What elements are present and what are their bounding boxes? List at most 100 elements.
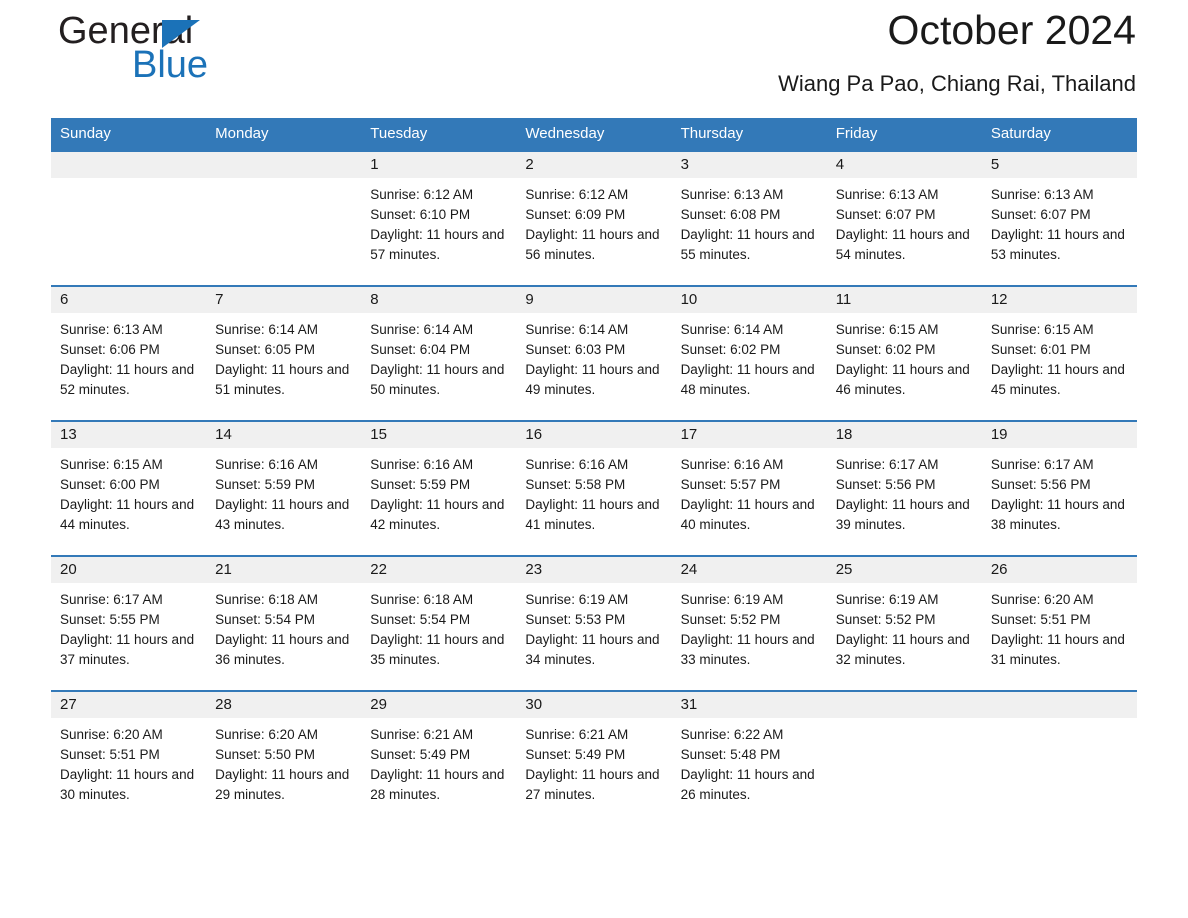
calendar-day-cell[interactable]: 1 Sunrise: 6:12 AM Sunset: 6:10 PM Daylight… — [361, 150, 517, 286]
daylight-text: Daylight: 11 hours and 50 minutes. — [370, 362, 505, 397]
calendar-day-cell[interactable]: 21 Sunrise: 6:18 AM Sunset: 5:54 PM Dayligh… — [206, 555, 362, 691]
day-number: 28 — [215, 696, 232, 713]
day-number: 4 — [835, 156, 845, 173]
day-number-band: 3 — [671, 152, 827, 178]
day-number: 25 — [835, 561, 853, 578]
calendar-day-cell[interactable]: 8 Sunrise: 6:14 AM Sunset: 6:04 PM Daylight… — [361, 285, 517, 421]
calendar-day-cell[interactable]: 23 Sunrise: 6:19 AM Sunset: 5:53 PM Dayligh… — [516, 555, 672, 691]
day-number-band: 12 — [981, 287, 1137, 313]
calendar-day-cell[interactable]: 5 Sunrise: 6:13 AM Sunset: 6:07 PM Daylight… — [981, 150, 1137, 286]
day-number-band: 29 — [361, 692, 517, 718]
calendar-day-cell[interactable]: 3 Sunrise: 6:13 AM Sunset: 6:08 PM Daylight… — [671, 150, 827, 286]
daylight-text: Daylight: 11 hours and 45 minutes. — [990, 362, 1125, 397]
weekday-header-wednesday: Wednesday — [516, 118, 672, 151]
daylight-text: Daylight: 11 hours and 55 minutes. — [680, 227, 815, 262]
page-title: October 2024 — [887, 7, 1136, 53]
calendar-day-cell[interactable]: 26 Sunrise: 6:20 AM Sunset: 5:51 PM Dayligh… — [981, 555, 1137, 691]
day-sun-info: Sunrise: 6:18 AM Sunset: 5:54 PM Daylight:… — [361, 583, 516, 670]
sunset-text: Sunset: 5:53 PM — [525, 612, 626, 627]
day-sun-info: Sunrise: 6:20 AM Sunset: 5:51 PM Daylight:… — [982, 583, 1137, 670]
calendar-day-cell[interactable]: 18 Sunrise: 6:17 AM Sunset: 5:56 PM Dayligh… — [826, 420, 982, 556]
calendar-week-row: 6 Sunrise: 6:13 AM Sunset: 6:06 PM Daylight… — [51, 285, 1137, 421]
day-sun-info: Sunrise: 6:13 AM Sunset: 6:07 PM Daylight:… — [982, 178, 1137, 265]
day-number-band: 17 — [671, 422, 827, 448]
daylight-text: Daylight: 11 hours and 34 minutes. — [525, 632, 660, 667]
calendar-day-cell[interactable]: 7 Sunrise: 6:14 AM Sunset: 6:05 PM Daylight… — [206, 285, 362, 421]
sunset-text: Sunset: 5:51 PM — [990, 612, 1091, 627]
day-number-band: 5 — [981, 152, 1137, 178]
general-blue-logo: General Blue — [58, 12, 318, 94]
sunrise-text: Sunrise: 6:14 AM — [680, 322, 784, 337]
day-sun-info: Sunrise: 6:13 AM Sunset: 6:07 PM Daylight:… — [827, 178, 982, 265]
sunrise-text: Sunrise: 6:14 AM — [215, 322, 318, 337]
sunset-text: Sunset: 5:49 PM — [525, 747, 626, 762]
daylight-text: Daylight: 11 hours and 28 minutes. — [370, 767, 505, 802]
day-number-band: 1 — [361, 152, 517, 178]
calendar-day-cell[interactable]: 12 Sunrise: 6:15 AM Sunset: 6:01 PM Dayligh… — [981, 285, 1137, 421]
day-number-band: 18 — [826, 422, 982, 448]
calendar-day-cell[interactable]: 16 Sunrise: 6:16 AM Sunset: 5:58 PM Dayligh… — [516, 420, 672, 556]
day-number-band: 7 — [206, 287, 362, 313]
day-number: 18 — [835, 426, 853, 443]
calendar-day-cell[interactable]: 15 Sunrise: 6:16 AM Sunset: 5:59 PM Dayligh… — [361, 420, 517, 556]
calendar-day-cell[interactable]: 24 Sunrise: 6:19 AM Sunset: 5:52 PM Dayligh… — [671, 555, 827, 691]
calendar-day-cell[interactable]: 6 Sunrise: 6:13 AM Sunset: 6:06 PM Daylight… — [51, 285, 207, 421]
day-number: 23 — [525, 561, 543, 578]
calendar-day-cell[interactable]: 9 Sunrise: 6:14 AM Sunset: 6:03 PM Daylight… — [516, 285, 672, 421]
sunset-text: Sunset: 6:05 PM — [215, 342, 315, 357]
calendar-day-cell[interactable]: 20 Sunrise: 6:17 AM Sunset: 5:55 PM Dayligh… — [51, 555, 207, 691]
sunset-text: Sunset: 5:59 PM — [370, 477, 471, 492]
day-number: 19 — [990, 426, 1008, 443]
calendar-day-cell[interactable]: 2 Sunrise: 6:12 AM Sunset: 6:09 PM Daylight… — [516, 150, 672, 286]
daylight-text: Daylight: 11 hours and 52 minutes. — [60, 362, 195, 397]
sunset-text: Sunset: 6:02 PM — [680, 342, 781, 357]
sunset-text: Sunset: 6:01 PM — [990, 342, 1091, 357]
day-number: 20 — [60, 561, 77, 578]
daylight-text: Daylight: 11 hours and 26 minutes. — [680, 767, 815, 802]
calendar-day-cell[interactable]: 30 Sunrise: 6:21 AM Sunset: 5:49 PM Dayligh… — [516, 690, 672, 826]
day-sun-info: Sunrise: 6:15 AM Sunset: 6:00 PM Daylight:… — [51, 448, 206, 535]
sunset-text: Sunset: 6:10 PM — [370, 207, 471, 222]
calendar-day-cell[interactable]: 19 Sunrise: 6:17 AM Sunset: 5:56 PM Dayligh… — [981, 420, 1137, 556]
day-number: 17 — [680, 426, 698, 443]
calendar-day-cell[interactable]: 11 Sunrise: 6:15 AM Sunset: 6:02 PM Dayligh… — [826, 285, 982, 421]
calendar-day-cell[interactable]: 17 Sunrise: 6:16 AM Sunset: 5:57 PM Dayligh… — [671, 420, 827, 556]
weekday-header-thursday: Thursday — [671, 118, 827, 151]
day-number-band: 23 — [516, 557, 672, 583]
daylight-text: Daylight: 11 hours and 29 minutes. — [215, 767, 350, 802]
calendar-day-cell[interactable]: 22 Sunrise: 6:18 AM Sunset: 5:54 PM Dayligh… — [361, 555, 517, 691]
day-number-band: 2 — [516, 152, 672, 178]
sunrise-text: Sunrise: 6:19 AM — [835, 592, 939, 607]
calendar-day-cell[interactable]: 10 Sunrise: 6:14 AM Sunset: 6:02 PM Dayligh… — [671, 285, 827, 421]
weekday-header-friday: Friday — [826, 118, 982, 151]
calendar-day-cell[interactable]: 27 Sunrise: 6:20 AM Sunset: 5:51 PM Dayligh… — [51, 690, 207, 826]
sunrise-text: Sunrise: 6:15 AM — [835, 322, 939, 337]
day-number-band: 19 — [981, 422, 1137, 448]
day-sun-info: Sunrise: 6:16 AM Sunset: 5:57 PM Daylight:… — [672, 448, 827, 535]
day-sun-info: Sunrise: 6:20 AM Sunset: 5:50 PM Daylight:… — [206, 718, 361, 805]
sunset-text: Sunset: 6:07 PM — [835, 207, 936, 222]
sunrise-text: Sunrise: 6:14 AM — [525, 322, 629, 337]
calendar-day-cell[interactable]: 28 Sunrise: 6:20 AM Sunset: 5:50 PM Dayligh… — [206, 690, 362, 826]
calendar-day-cell[interactable]: 4 Sunrise: 6:13 AM Sunset: 6:07 PM Daylight… — [826, 150, 982, 286]
sunset-text: Sunset: 5:49 PM — [370, 747, 471, 762]
calendar-day-cell[interactable]: 25 Sunrise: 6:19 AM Sunset: 5:52 PM Dayligh… — [826, 555, 982, 691]
day-number-band — [826, 692, 982, 718]
sunrise-text: Sunrise: 6:13 AM — [680, 187, 784, 202]
daylight-text: Daylight: 11 hours and 39 minutes. — [835, 497, 970, 532]
day-sun-info: Sunrise: 6:14 AM Sunset: 6:03 PM Daylight:… — [516, 313, 671, 400]
day-sun-info: Sunrise: 6:20 AM Sunset: 5:51 PM Daylight:… — [51, 718, 206, 805]
day-sun-info: Sunrise: 6:22 AM Sunset: 5:48 PM Daylight:… — [672, 718, 827, 805]
weekday-header-tuesday: Tuesday — [361, 118, 517, 151]
logo-text-blue: Blue — [132, 44, 209, 86]
calendar-day-cell[interactable]: 14 Sunrise: 6:16 AM Sunset: 5:59 PM Dayligh… — [206, 420, 362, 556]
calendar-day-cell[interactable]: 31 Sunrise: 6:22 AM Sunset: 5:48 PM Dayligh… — [671, 690, 827, 826]
calendar-day-cell[interactable]: 29 Sunrise: 6:21 AM Sunset: 5:49 PM Dayligh… — [361, 690, 517, 826]
daylight-text: Daylight: 11 hours and 43 minutes. — [215, 497, 350, 532]
day-sun-info: Sunrise: 6:15 AM Sunset: 6:01 PM Daylight:… — [982, 313, 1137, 400]
calendar-body: 1 Sunrise: 6:12 AM Sunset: 6:10 PM Daylight… — [51, 150, 1137, 826]
daylight-text: Daylight: 11 hours and 56 minutes. — [525, 227, 660, 262]
calendar-day-cell[interactable]: 13 Sunrise: 6:15 AM Sunset: 6:00 PM Dayligh… — [51, 420, 207, 556]
day-number-band — [51, 152, 207, 178]
day-number: 30 — [525, 696, 543, 713]
